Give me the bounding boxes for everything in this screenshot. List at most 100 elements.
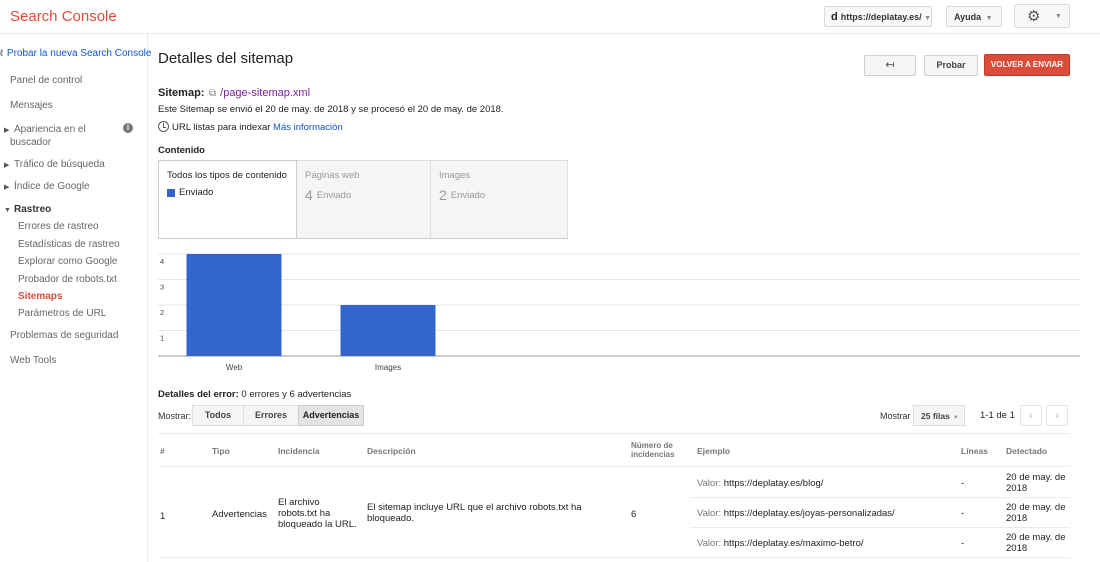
y-tick-label: 4 <box>160 257 164 266</box>
sidebar-item-web-tools[interactable]: Web Tools <box>10 355 56 366</box>
example-value: Valor: https://deplatay.es/joyas-persona… <box>697 508 895 519</box>
chevron-down-icon: ▼ <box>1055 13 1062 20</box>
filter-all-button[interactable]: Todos <box>192 405 244 426</box>
tab-web-pages[interactable]: Páginas web 4 Enviado <box>296 160 431 239</box>
chevron-left-icon: ‹ <box>1029 408 1033 422</box>
error-details-title: Detalles del error: 0 errores y 6 advert… <box>158 389 352 400</box>
sidebar-new-console-link[interactable]: ℓ Probar la nueva Search Console <box>0 48 151 59</box>
sidebar-item-search-appearance[interactable]: ▶ Apariencia en el buscador <box>4 124 86 149</box>
back-arrow-icon: ↤ <box>885 59 895 71</box>
example-lines: - <box>961 538 965 549</box>
clock-icon <box>158 121 169 132</box>
page-title: Detalles del sitemap <box>158 50 294 67</box>
sidebar-item-google-index[interactable]: ▶ Índice de Google <box>4 181 90 192</box>
example-detected: 20 de may. de 2018 <box>1006 502 1066 524</box>
col-header-type: Tipo <box>212 446 230 456</box>
legend-label: Enviado <box>179 187 214 198</box>
example-detected: 20 de may. de 2018 <box>1006 532 1066 554</box>
sitemap-bar-chart: 1 2 3 4 Web Images <box>158 253 1080 372</box>
help-button[interactable]: Ayuda ▼ <box>946 6 1002 27</box>
resend-button[interactable]: VOLVER A ENVIAR <box>984 54 1070 76</box>
table-header-border <box>158 466 1070 467</box>
tab-title: Páginas web <box>305 170 360 181</box>
row-count: 6 <box>631 509 637 520</box>
sidebar-item-fetch-as-google[interactable]: Explorar como Google <box>18 256 118 267</box>
chevron-right-icon: ▶ <box>4 162 10 169</box>
row-divider <box>690 497 1070 498</box>
back-button[interactable]: ↤ <box>864 55 916 76</box>
col-header-example: Ejemplo <box>697 446 731 456</box>
table-bottom-border <box>158 557 1070 558</box>
tab-title: Todos los tipos de contenido <box>167 170 287 181</box>
sitemap-link[interactable]: ⧉/page-sitemap.xml <box>209 87 310 99</box>
test-button[interactable]: Probar <box>924 55 978 76</box>
info-icon[interactable]: i <box>123 123 133 133</box>
example-value: Valor: https://deplatay.es/blog/ <box>697 478 824 489</box>
sidebar-item-url-parameters[interactable]: Parámetros de URL <box>18 308 106 319</box>
example-value: Valor: https://deplatay.es/maximo-betro/ <box>697 538 864 549</box>
property-favicon: d <box>831 11 838 23</box>
sidebar-item-security-issues[interactable]: Problemas de seguridad <box>10 330 118 341</box>
filter-errors-button[interactable]: Errores <box>243 405 299 426</box>
sitemap-info-text: Este Sitemap se envió el 20 de may. de 2… <box>158 104 504 115</box>
tab-count: 2 Enviado <box>439 187 486 203</box>
external-link-icon: ⧉ <box>209 88 217 99</box>
legend-swatch <box>167 189 175 197</box>
sidebar: ℓ Probar la nueva Search Console Panel de… <box>0 34 151 562</box>
row-description: El sitemap incluye URL que el archivo ro… <box>367 502 582 524</box>
help-label: Ayuda <box>954 12 982 22</box>
filter-warnings-button[interactable]: Advertencias <box>298 405 364 426</box>
sidebar-item-crawl-stats[interactable]: Estadísticas de rastreo <box>18 239 120 250</box>
example-detected: 20 de may. de 2018 <box>1006 472 1066 494</box>
example-lines: - <box>961 508 965 519</box>
property-selector[interactable]: d https://deplatay.es/ ▼ <box>824 6 932 27</box>
sitemap-label: Sitemap: <box>158 87 205 99</box>
gear-icon: ⚙ <box>1027 8 1041 25</box>
sidebar-item-robots-tester[interactable]: Probador de robots.txt <box>18 274 117 285</box>
tab-title: Images <box>439 170 471 181</box>
row-type: Advertencias <box>212 509 267 520</box>
x-tick-label: Web <box>226 363 243 372</box>
chevron-down-icon: ▼ <box>952 415 959 421</box>
y-tick-label: 2 <box>160 308 164 317</box>
brand-logo[interactable]: Search Console <box>10 8 117 25</box>
rows-per-page-select[interactable]: 25 filas ▼ <box>913 405 965 426</box>
col-header-detected: Detectado <box>1006 446 1048 456</box>
pagination-text: 1-1 de 1 <box>980 410 1015 421</box>
settings-button[interactable]: ⚙ ▼ <box>1014 4 1070 28</box>
example-lines: - <box>961 478 965 489</box>
filter-label: Mostrar: <box>158 411 192 421</box>
tab-images[interactable]: Images 2 Enviado <box>430 160 568 239</box>
chevron-right-icon: ▶ <box>4 184 10 191</box>
sidebar-item-search-traffic[interactable]: ▶ Tráfico de búsqueda <box>4 159 105 170</box>
chevron-right-icon: ▶ <box>4 127 10 134</box>
row-divider <box>690 527 1070 528</box>
chevron-down-icon: ▼ <box>4 207 11 214</box>
y-tick-label: 3 <box>160 283 164 292</box>
top-bar: Search Console d https://deplatay.es/ ▼ A… <box>0 0 1100 34</box>
y-tick-label: 1 <box>160 334 164 343</box>
col-header-lines: Líneas <box>961 446 988 456</box>
property-url: https://deplatay.es/ <box>840 12 922 22</box>
sidebar-item-crawl[interactable]: ▼ Rastreo <box>4 204 51 215</box>
external-link-icon: ℓ <box>0 48 3 58</box>
next-page-button[interactable]: › <box>1046 405 1068 426</box>
tab-all-content[interactable]: Todos los tipos de contenido Enviado <box>158 160 297 239</box>
more-info-link[interactable]: Más información <box>273 122 343 133</box>
col-header-description: Descripción <box>367 446 416 456</box>
prev-page-button[interactable]: ‹ <box>1020 405 1042 426</box>
row-num: 1 <box>160 511 166 522</box>
sidebar-item-sitemaps[interactable]: Sitemaps <box>18 291 62 302</box>
sidebar-item-messages[interactable]: Mensajes <box>10 100 53 111</box>
sidebar-item-crawl-errors[interactable]: Errores de rastreo <box>18 221 99 232</box>
chevron-down-icon: ▼ <box>983 15 993 22</box>
col-header-num: # <box>160 446 165 456</box>
chevron-down-icon: ▼ <box>924 15 932 22</box>
chevron-right-icon: › <box>1055 408 1059 422</box>
content-label: Contenido <box>158 145 205 156</box>
sidebar-item-dashboard[interactable]: Panel de control <box>10 75 82 86</box>
table-top-border <box>158 433 1070 434</box>
url-index-status: URL listas para indexar Más información <box>158 121 343 133</box>
col-header-issue: Incidencia <box>278 446 320 456</box>
x-tick-label: Images <box>375 363 401 372</box>
